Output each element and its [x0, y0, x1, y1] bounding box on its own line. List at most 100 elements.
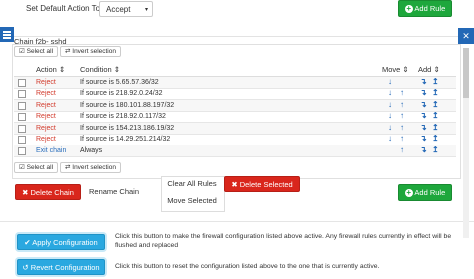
rule-condition: If source is 180.101.88.197/32	[80, 101, 175, 109]
table-row[interactable]: Reject If source is 180.101.88.197/32 ↓ ↑ ↴ ↥	[14, 99, 456, 112]
add-rule-above-icon[interactable]: ↥	[432, 88, 439, 98]
hamburger-icon	[3, 31, 11, 33]
row-checkbox[interactable]	[18, 113, 26, 122]
table-row[interactable]: Reject If source is 218.92.0.24/32 ↓ ↑ ↴ ↥	[14, 88, 456, 101]
move-down-icon[interactable]: ↓	[388, 100, 392, 110]
add-rule-above-icon[interactable]: ↥	[432, 134, 439, 144]
rule-action-link[interactable]: Reject	[36, 124, 56, 133]
rule-action-link[interactable]: Reject	[36, 135, 56, 144]
apply-configuration-button[interactable]: ✔ Apply Configuration	[17, 234, 105, 250]
add-rule-below-icon[interactable]: ↴	[420, 77, 427, 87]
rule-condition: If source is 218.92.0.117/32	[80, 113, 166, 121]
rule-condition: If source is 218.92.0.24/32	[80, 90, 163, 98]
add-rule-below-icon[interactable]: ↴	[420, 134, 427, 144]
row-checkbox[interactable]	[18, 147, 26, 156]
rule-condition: If source is 5.65.57.36/32	[80, 79, 159, 86]
invert-icon: ⇄	[65, 164, 71, 171]
table-row[interactable]: Reject If source is 5.65.57.36/32 ↓ ↴ ↥	[14, 77, 456, 89]
add-rule-label: Add Rule	[414, 4, 446, 13]
add-rule-below-icon[interactable]: ↴	[420, 123, 427, 133]
invert-selection-button-top[interactable]: ⇄ Invert selection	[60, 46, 121, 57]
move-up-icon[interactable]: ↑	[400, 111, 404, 121]
rule-action-link[interactable]: Reject	[36, 89, 56, 98]
add-rule-above-icon[interactable]: ↥	[432, 123, 439, 133]
plus-icon: +	[404, 188, 413, 198]
apply-configuration-label: Apply Configuration	[32, 238, 98, 247]
move-down-icon[interactable]: ↓	[388, 134, 392, 144]
revert-configuration-button[interactable]: ↺ Revert Configuration	[17, 259, 105, 275]
invert-icon: ⇄	[65, 48, 71, 55]
add-rule-below-icon[interactable]: ↴	[420, 100, 427, 110]
move-up-icon[interactable]: ↑	[400, 88, 404, 98]
row-checkbox[interactable]	[18, 90, 26, 99]
add-rule-button-bottom[interactable]: + Add Rule	[398, 184, 452, 201]
column-add[interactable]: Add ⇕	[418, 65, 440, 74]
apply-configuration-description: Click this button to make the firewall c…	[115, 233, 452, 249]
checkbox-icon: ☑	[19, 48, 25, 55]
plus-icon: +	[404, 4, 413, 14]
move-selected-label: Move Selected	[167, 196, 217, 205]
divider	[0, 221, 474, 222]
close-icon[interactable]: ✕	[458, 28, 474, 44]
rename-chain-button[interactable]: Rename Chain	[83, 184, 145, 200]
delete-selected-button[interactable]: ✖ Delete Selected	[224, 176, 300, 192]
revert-configuration-label: Revert Configuration	[30, 263, 100, 272]
select-all-label: Select all	[26, 164, 54, 171]
rule-action-link[interactable]: Exit chain	[36, 146, 66, 155]
scrollbar-thumb[interactable]	[463, 48, 469, 98]
column-action[interactable]: Action ⇕	[36, 65, 65, 74]
invert-selection-button-bottom[interactable]: ⇄ Invert selection	[60, 162, 121, 173]
row-checkbox[interactable]	[18, 124, 26, 133]
add-rule-above-icon[interactable]: ↥	[432, 111, 439, 121]
add-rule-below-icon[interactable]: ↴	[420, 88, 427, 98]
delete-selected-label: Delete Selected	[239, 180, 293, 189]
move-up-icon[interactable]: ↑	[400, 100, 404, 110]
move-down-icon[interactable]: ↓	[388, 88, 392, 98]
column-condition[interactable]: Condition ⇕	[80, 65, 120, 74]
move-up-icon[interactable]: ↑	[400, 145, 404, 155]
column-move[interactable]: Move ⇕	[382, 65, 409, 74]
clear-all-rules-button[interactable]: Clear All Rules	[162, 177, 222, 192]
move-selected-button[interactable]: Move Selected	[162, 194, 222, 208]
undo-icon: ↺	[22, 263, 29, 272]
rule-condition: If source is 14.29.251.214/32	[80, 136, 171, 143]
add-rule-below-icon[interactable]: ↴	[420, 145, 427, 155]
check-icon: ✔	[24, 238, 31, 247]
invert-selection-label: Invert selection	[72, 48, 116, 55]
add-rule-below-icon[interactable]: ↴	[420, 111, 427, 121]
move-up-icon[interactable]: ↑	[400, 134, 404, 144]
invert-selection-label: Invert selection	[72, 164, 116, 171]
row-checkbox[interactable]	[18, 79, 26, 87]
table-row[interactable]: Reject If source is 14.29.251.214/32 ↓ ↑ ↴ ↥	[14, 134, 456, 146]
caret-down-icon: ▾	[144, 7, 148, 13]
add-rule-above-icon[interactable]: ↥	[432, 145, 439, 155]
move-down-icon[interactable]: ↓	[388, 111, 392, 121]
rule-action-link[interactable]: Reject	[36, 112, 56, 121]
row-checkbox[interactable]	[18, 136, 26, 144]
close-icon: ✖	[231, 180, 238, 189]
rule-action-link[interactable]: Reject	[36, 78, 56, 87]
move-up-icon[interactable]: ↑	[400, 123, 404, 133]
default-action-label: Set Default Action To:	[26, 4, 103, 13]
row-checkbox[interactable]	[18, 101, 26, 110]
add-rule-above-icon[interactable]: ↥	[432, 100, 439, 110]
select-all-button-bottom[interactable]: ☑ Select all	[14, 162, 59, 173]
delete-chain-label: Delete Chain	[30, 188, 74, 197]
close-icon: ✖	[22, 188, 29, 197]
move-down-icon[interactable]: ↓	[388, 123, 392, 133]
rule-action-link[interactable]: Reject	[36, 101, 56, 110]
default-action-select[interactable]: Accept ▾	[99, 1, 153, 17]
sidebar-toggle[interactable]	[0, 27, 14, 42]
table-row[interactable]: Reject If source is 218.92.0.117/32 ↓ ↑ ↴ ↥	[14, 111, 456, 124]
add-rule-button-top[interactable]: + Add Rule	[398, 0, 452, 17]
add-rule-above-icon[interactable]: ↥	[432, 77, 439, 87]
table-row[interactable]: Reject If source is 154.213.186.19/32 ↓ ↑ ↴ ↥	[14, 122, 456, 135]
move-down-icon[interactable]: ↓	[388, 77, 392, 87]
rename-chain-label: Rename Chain	[88, 187, 140, 196]
default-action-value: Accept	[106, 5, 131, 14]
table-row[interactable]: Exit chain Always ↑ ↴ ↥	[14, 145, 456, 158]
rule-condition: If source is 154.213.186.19/32	[80, 124, 175, 132]
delete-chain-button[interactable]: ✖ Delete Chain	[15, 184, 81, 200]
revert-configuration-description: Click this button to reset the configura…	[115, 263, 380, 270]
select-all-button-top[interactable]: ☑ Select all	[14, 46, 59, 57]
